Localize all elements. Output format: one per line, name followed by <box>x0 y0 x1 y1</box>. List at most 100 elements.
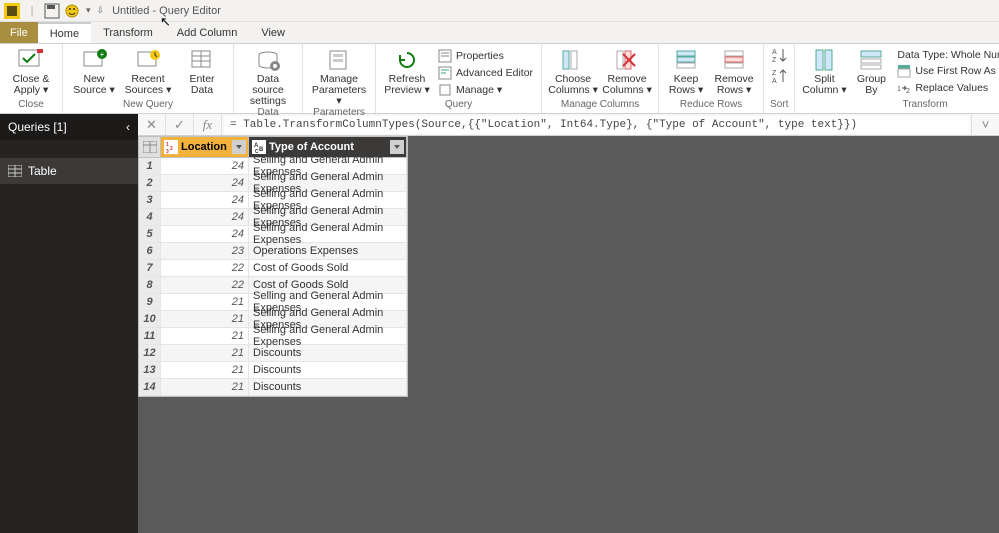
column-filter-icon[interactable] <box>232 140 246 154</box>
row-index: 13 <box>139 362 161 378</box>
properties-button[interactable]: Properties <box>436 48 535 64</box>
tab-transform[interactable]: Transform <box>91 22 165 43</box>
svg-text:1: 1 <box>897 86 901 93</box>
cell-location[interactable]: 24 <box>161 192 249 208</box>
ribbon-group-sort: AZ ZA Sort <box>764 44 795 113</box>
row-index: 7 <box>139 260 161 276</box>
data-grid-area: 123 Location ABC Type of Account 124Sell… <box>138 136 999 533</box>
ribbon-group-close: Close &Apply ▾ Close <box>0 44 63 113</box>
ribbon-group-reduce-rows: KeepRows ▾ RemoveRows ▾ Reduce Rows <box>659 44 764 113</box>
refresh-preview-button[interactable]: RefreshPreview ▾ <box>382 46 432 96</box>
cell-location[interactable]: 21 <box>161 362 249 378</box>
advanced-editor-button[interactable]: Advanced Editor <box>436 65 535 81</box>
enter-data-button[interactable]: EnterData <box>177 46 227 96</box>
column-filter-icon[interactable] <box>390 140 404 154</box>
svg-text:3: 3 <box>166 149 169 154</box>
row-index: 11 <box>139 328 161 344</box>
cell-location[interactable]: 22 <box>161 260 249 276</box>
row-index: 12 <box>139 345 161 361</box>
table-row[interactable]: 623Operations Expenses <box>139 243 407 260</box>
cell-type-of-account[interactable]: Operations Expenses <box>249 243 407 259</box>
number-type-icon: 123 <box>164 140 178 154</box>
svg-text:+: + <box>100 50 105 59</box>
sort-asc-button[interactable]: AZ <box>770 46 788 64</box>
close-apply-button[interactable]: Close &Apply ▾ <box>6 46 56 96</box>
svg-text:1: 1 <box>166 142 169 148</box>
cell-location[interactable]: 21 <box>161 328 249 344</box>
cell-location[interactable]: 23 <box>161 243 249 259</box>
remove-rows-button[interactable]: RemoveRows ▾ <box>711 46 757 96</box>
svg-text:A: A <box>772 78 777 85</box>
manage-parameters-button[interactable]: ManageParameters ▾ <box>309 46 369 107</box>
cell-location[interactable]: 21 <box>161 294 249 310</box>
accept-formula-button[interactable]: ✓ <box>166 114 194 135</box>
cell-location[interactable]: 24 <box>161 175 249 191</box>
ribbon: Close &Apply ▾ Close +NewSource ▾ Recent… <box>0 44 999 114</box>
cell-type-of-account[interactable]: Discounts <box>249 362 407 378</box>
sort-desc-button[interactable]: ZA <box>770 67 788 85</box>
group-by-button[interactable]: GroupBy <box>851 46 891 96</box>
tab-view[interactable]: View <box>249 22 297 43</box>
manage-query-button[interactable]: Manage ▾ <box>436 82 535 98</box>
ribbon-tabs: File Home Transform Add Column View <box>0 22 999 44</box>
split-column-button[interactable]: SplitColumn ▾ <box>801 46 847 96</box>
tab-file[interactable]: File <box>0 22 38 43</box>
qat-customize-icon[interactable]: ⇩ <box>97 5 105 16</box>
cell-type-of-account[interactable]: Discounts <box>249 379 407 395</box>
cell-location[interactable]: 24 <box>161 209 249 225</box>
cell-location[interactable]: 21 <box>161 379 249 395</box>
svg-text:A: A <box>772 49 777 56</box>
table-row[interactable]: 722Cost of Goods Sold <box>139 260 407 277</box>
table-row[interactable]: 1121Selling and General Admin Expenses <box>139 328 407 345</box>
cell-location[interactable]: 24 <box>161 226 249 242</box>
emoji-icon[interactable] <box>64 3 80 19</box>
data-type-button[interactable]: Data Type: Whole Number ▾ <box>895 48 999 62</box>
recent-sources-button[interactable]: RecentSources ▾ <box>123 46 173 96</box>
column-header-type-of-account[interactable]: ABC Type of Account <box>249 137 407 157</box>
table-row[interactable]: 1221Discounts <box>139 345 407 362</box>
row-index: 6 <box>139 243 161 259</box>
row-index: 4 <box>139 209 161 225</box>
row-index: 3 <box>139 192 161 208</box>
collapse-pane-icon[interactable]: ‹ <box>126 120 130 134</box>
tab-add-column[interactable]: Add Column <box>165 22 250 43</box>
table-row[interactable]: 1321Discounts <box>139 362 407 379</box>
ribbon-group-parameters: ManageParameters ▾ Parameters <box>303 44 376 113</box>
cell-location[interactable]: 21 <box>161 345 249 361</box>
cell-location[interactable]: 21 <box>161 311 249 327</box>
ribbon-group-data-sources: Data sourcesettings Data Sources <box>234 44 303 113</box>
first-row-headers-button[interactable]: Use First Row As Headers ▾ <box>895 63 999 79</box>
cell-type-of-account[interactable]: Cost of Goods Sold <box>249 260 407 276</box>
remove-columns-button[interactable]: RemoveColumns ▾ <box>602 46 652 96</box>
replace-values-button[interactable]: 12Replace Values <box>895 80 999 96</box>
choose-columns-button[interactable]: ChooseColumns ▾ <box>548 46 598 96</box>
row-index: 10 <box>139 311 161 327</box>
cell-type-of-account[interactable]: Selling and General Admin Expenses <box>249 226 407 242</box>
expand-formula-button[interactable]: ˅ <box>971 114 999 135</box>
cancel-formula-button[interactable]: ✕ <box>138 114 166 135</box>
row-index: 14 <box>139 379 161 395</box>
query-item-table[interactable]: Table <box>0 158 138 184</box>
ribbon-group-manage-columns: ChooseColumns ▾ RemoveColumns ▾ Manage C… <box>542 44 659 113</box>
formula-input[interactable] <box>224 116 969 134</box>
cell-location[interactable]: 22 <box>161 277 249 293</box>
keep-rows-button[interactable]: KeepRows ▾ <box>665 46 707 96</box>
table-row[interactable]: 1421Discounts <box>139 379 407 396</box>
table-row[interactable]: 524Selling and General Admin Expenses <box>139 226 407 243</box>
data-source-settings-button[interactable]: Data sourcesettings <box>240 46 296 107</box>
qat-dropdown-icon[interactable]: ▾ <box>86 5 91 16</box>
cell-location[interactable]: 24 <box>161 158 249 174</box>
app-icon <box>4 3 20 19</box>
text-type-icon: ABC <box>252 140 266 154</box>
cell-type-of-account[interactable]: Selling and General Admin Expenses <box>249 328 407 344</box>
new-source-button[interactable]: +NewSource ▾ <box>69 46 119 96</box>
row-index-header[interactable] <box>139 137 161 157</box>
cell-type-of-account[interactable]: Discounts <box>249 345 407 361</box>
tab-home[interactable]: Home <box>38 22 91 43</box>
window-title: Untitled - Query Editor <box>112 5 221 17</box>
column-header-location[interactable]: 123 Location <box>161 137 249 157</box>
queries-pane: Queries [1] ‹ Table <box>0 136 138 533</box>
svg-text:Z: Z <box>772 57 777 64</box>
title-bar: | ▾ ⇩ Untitled - Query Editor ↖ <box>0 0 999 22</box>
save-icon[interactable] <box>44 3 60 19</box>
